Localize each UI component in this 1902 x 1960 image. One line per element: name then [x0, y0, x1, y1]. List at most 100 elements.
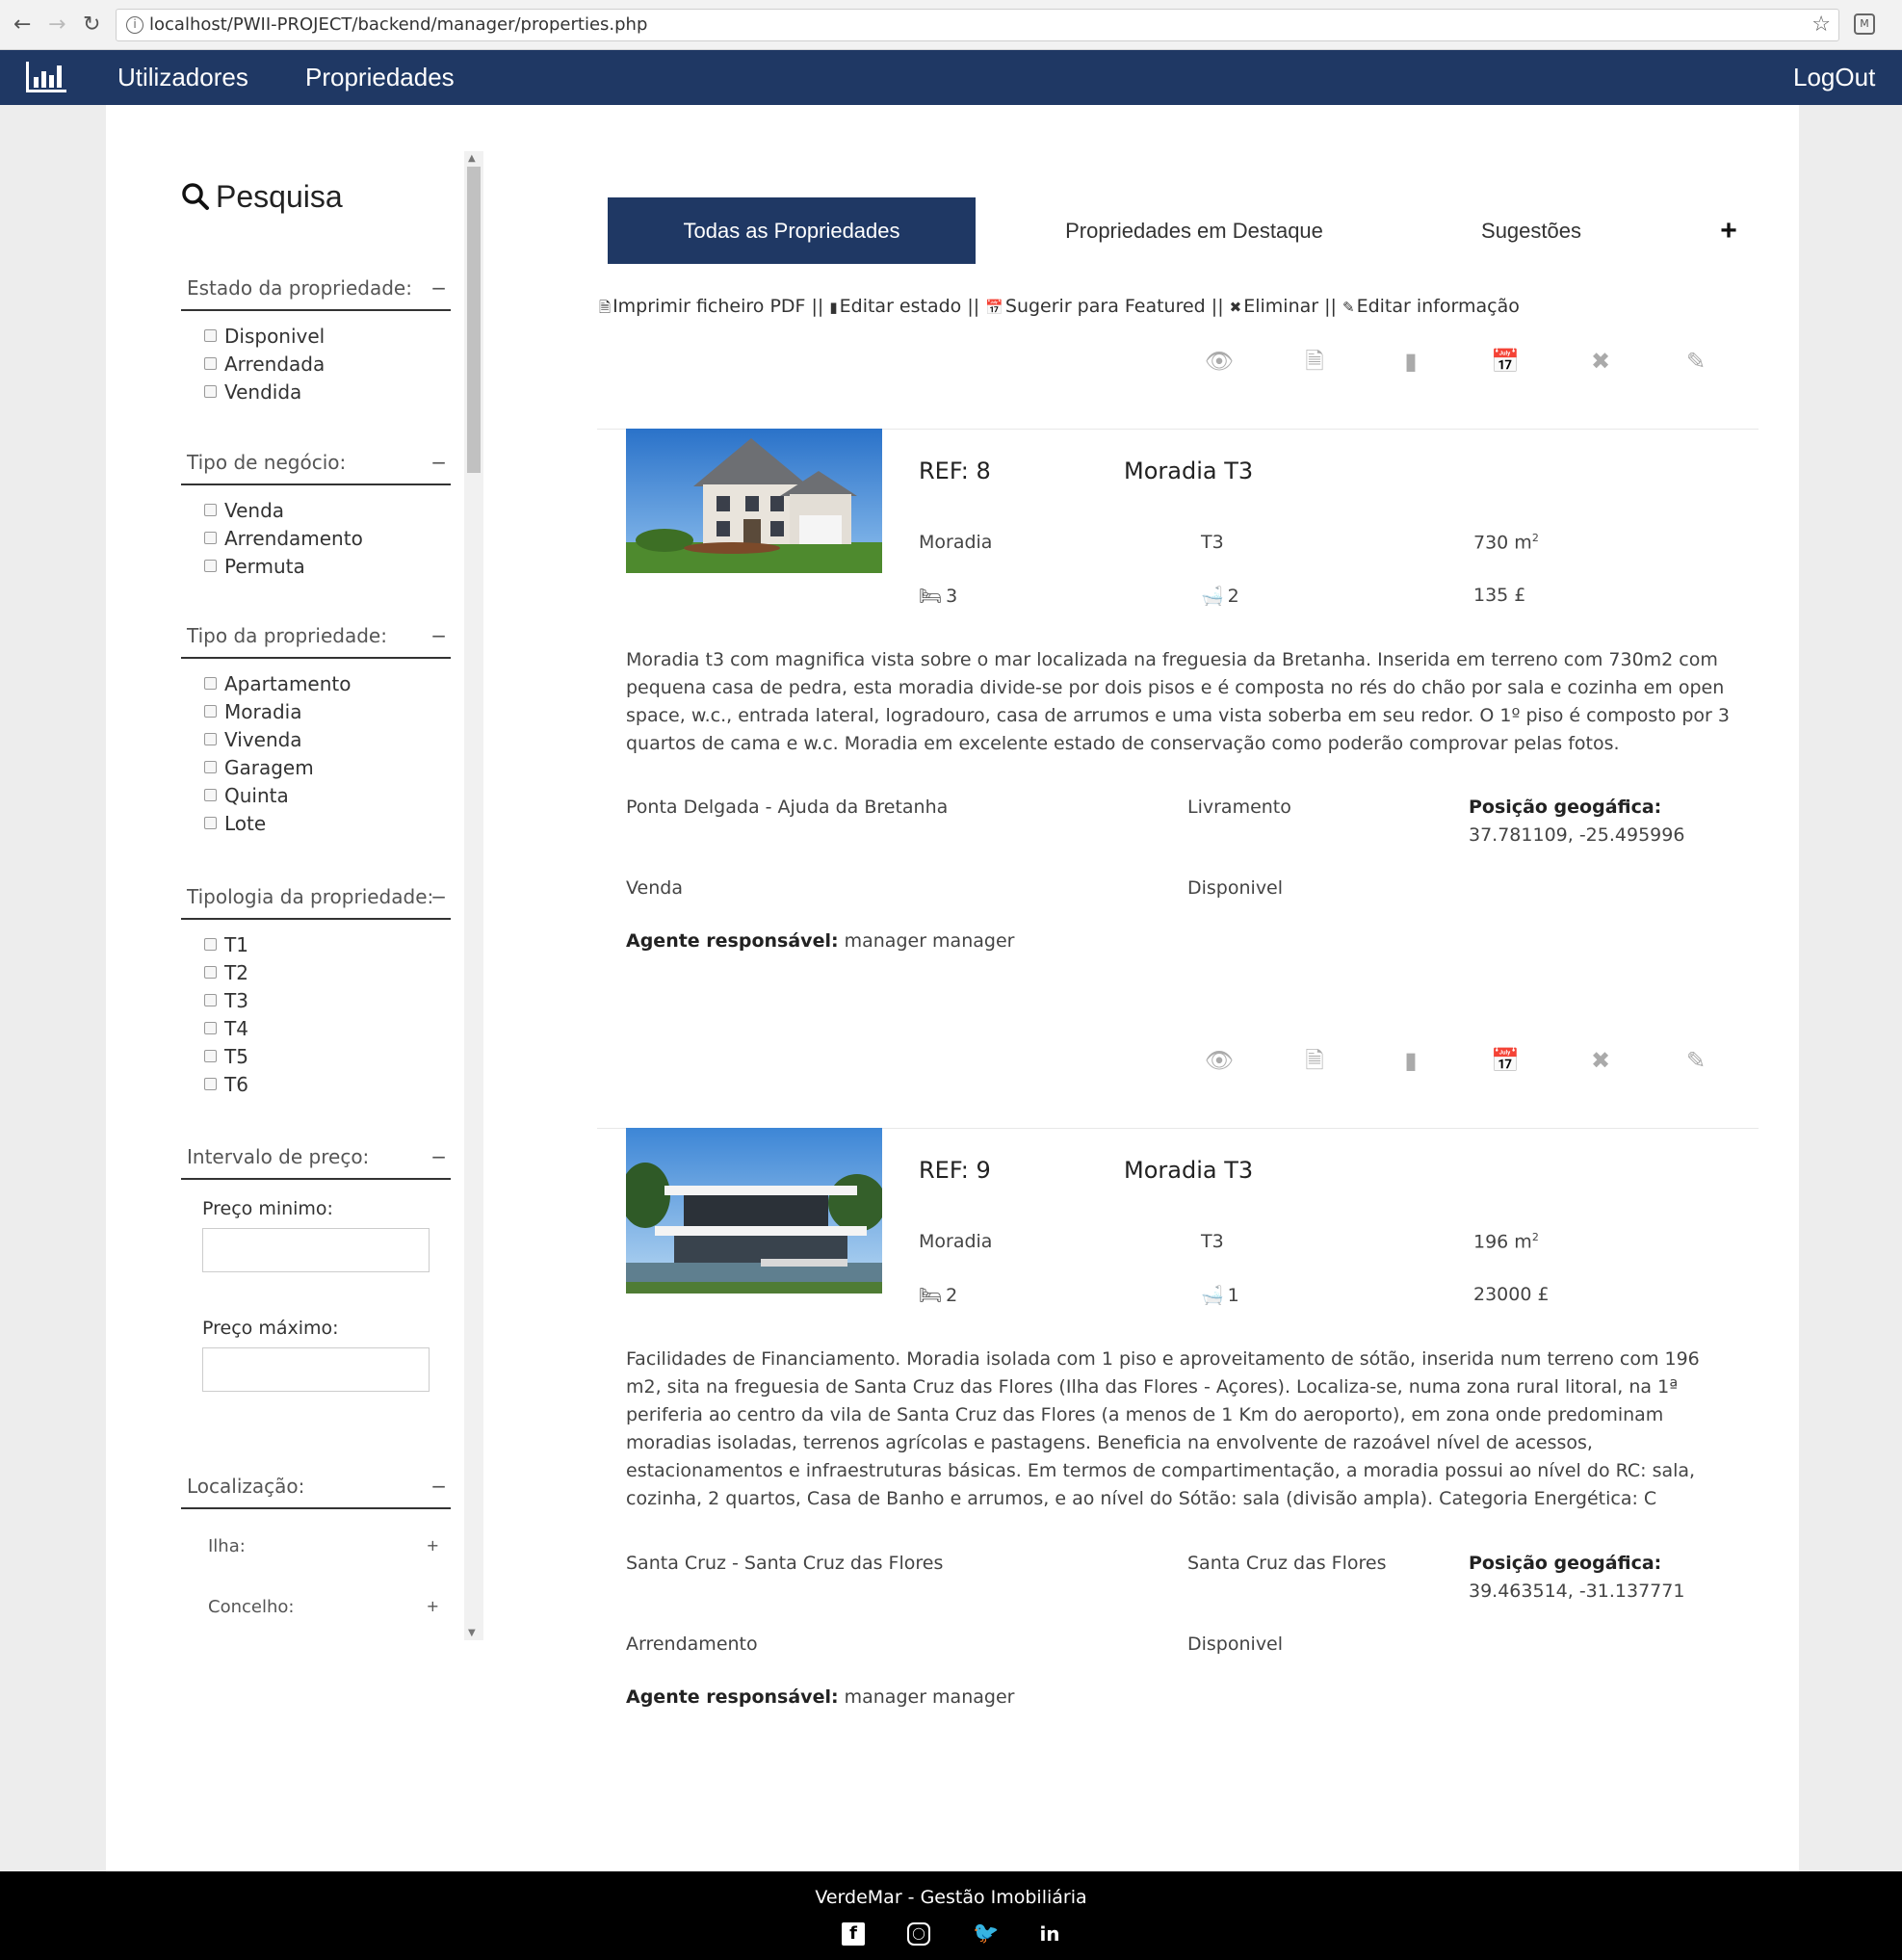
search-title: Pesquisa: [181, 178, 343, 215]
filter-option[interactable]: Venda: [181, 497, 451, 525]
filter-option[interactable]: T3: [181, 987, 451, 1015]
filter-option[interactable]: Moradia: [181, 698, 451, 726]
filter-option[interactable]: Quinta: [181, 782, 451, 810]
close-icon[interactable]: ✖: [1585, 346, 1616, 377]
expand-plus-icon[interactable]: +: [427, 1597, 439, 1615]
property-tabs: Todas as Propriedades Propriedades em De…: [597, 197, 1753, 264]
filter-option[interactable]: T5: [181, 1043, 451, 1071]
filter-option[interactable]: Arrendada: [181, 351, 451, 379]
scroll-up-icon[interactable]: ▲: [468, 153, 476, 164]
tab-todas[interactable]: Todas as Propriedades: [608, 197, 976, 264]
tab-sugestoes[interactable]: Sugestões: [1435, 197, 1628, 264]
chart-logo-icon[interactable]: [24, 60, 68, 94]
forward-icon[interactable]: →: [48, 13, 65, 38]
pencil-icon[interactable]: ✎: [1681, 1045, 1711, 1076]
checkbox[interactable]: [204, 1022, 217, 1034]
calendar-plus-icon[interactable]: 📅: [1490, 1045, 1521, 1076]
linkedin-icon[interactable]: in: [1038, 1922, 1061, 1946]
checkbox[interactable]: [204, 789, 217, 801]
property-typology: T3: [1201, 532, 1224, 553]
filter-option[interactable]: Vivenda: [181, 726, 451, 754]
calendar-plus-icon[interactable]: 📅: [1490, 346, 1521, 377]
close-icon[interactable]: ✖: [1585, 1045, 1616, 1076]
agent-name: manager manager: [844, 930, 1015, 952]
checkbox[interactable]: [204, 560, 217, 572]
property-photo[interactable]: [626, 429, 882, 573]
address-bar[interactable]: i localhost/PWII-PROJECT/backend/manager…: [116, 9, 1839, 41]
pencil-icon[interactable]: ✎: [1681, 346, 1711, 377]
back-icon[interactable]: ←: [13, 13, 31, 38]
filter-option[interactable]: Arrendamento: [181, 525, 451, 553]
checkbox[interactable]: [204, 705, 217, 718]
expand-plus-icon[interactable]: +: [427, 1536, 439, 1555]
filter-head[interactable]: Tipo de negócio: −: [181, 443, 451, 485]
extension-icon[interactable]: M: [1854, 13, 1875, 35]
checkbox[interactable]: [204, 532, 217, 544]
filter-option[interactable]: Disponivel: [181, 323, 451, 351]
filter-head[interactable]: Tipo da propriedade: −: [181, 616, 451, 659]
checkbox[interactable]: [204, 733, 217, 745]
filter-option[interactable]: T6: [181, 1071, 451, 1099]
checkbox[interactable]: [204, 817, 217, 829]
checkbox[interactable]: [204, 938, 217, 951]
collapse-toggle[interactable]: −: [430, 269, 447, 307]
eye-icon[interactable]: 👁: [1204, 346, 1235, 377]
checkbox[interactable]: [204, 329, 217, 342]
checkbox[interactable]: [204, 994, 217, 1006]
filter-option[interactable]: T1: [181, 931, 451, 959]
geo-label: Posição geogáfica:: [1469, 797, 1662, 818]
collapse-toggle[interactable]: −: [430, 443, 447, 482]
logout-link[interactable]: LogOut: [1793, 60, 1875, 94]
collapse-toggle[interactable]: −: [430, 877, 447, 916]
instagram-icon[interactable]: ◯: [907, 1922, 930, 1946]
filter-head[interactable]: Intervalo de preço: −: [181, 1137, 451, 1180]
collapse-toggle[interactable]: −: [430, 1467, 447, 1505]
tab-destaque[interactable]: Propriedades em Destaque: [1030, 197, 1358, 264]
min-price-input[interactable]: [202, 1228, 430, 1272]
filter-option[interactable]: Apartamento: [181, 670, 451, 698]
bookmark-star-icon[interactable]: ☆: [1811, 10, 1831, 40]
twitter-icon[interactable]: 🐦: [973, 1922, 999, 1946]
filter-option[interactable]: Permuta: [181, 553, 451, 581]
collapse-toggle[interactable]: −: [430, 1137, 447, 1176]
reload-icon[interactable]: ↻: [83, 13, 100, 38]
checkbox[interactable]: [204, 385, 217, 398]
search-title-text: Pesquisa: [216, 179, 343, 214]
checkbox[interactable]: [204, 504, 217, 516]
council-selector[interactable]: Concelho: +: [208, 1597, 439, 1617]
property-parish: Livramento: [1187, 797, 1291, 818]
bookmark-icon[interactable]: ▮: [1395, 346, 1426, 377]
filter-option[interactable]: T4: [181, 1015, 451, 1043]
checkbox[interactable]: [204, 761, 217, 773]
eye-icon[interactable]: 👁: [1204, 1045, 1235, 1076]
filter-option[interactable]: Garagem: [181, 754, 451, 782]
info-icon[interactable]: i: [126, 16, 143, 34]
filter-option[interactable]: T2: [181, 959, 451, 987]
calendar-plus-icon: 📅: [985, 299, 1003, 316]
scroll-down-icon[interactable]: ▼: [468, 1628, 476, 1638]
sidebar-scrollbar[interactable]: ▲ ▼: [464, 151, 483, 1640]
add-property-button[interactable]: +: [1705, 197, 1753, 264]
filter-head[interactable]: Estado da propriedade: −: [181, 269, 451, 311]
filter-head[interactable]: Tipologia da propriedade: −: [181, 877, 451, 920]
nav-propriedades[interactable]: Propriedades: [305, 60, 455, 94]
option-label: T5: [224, 1045, 248, 1068]
filter-option[interactable]: Vendida: [181, 379, 451, 406]
nav-utilizadores[interactable]: Utilizadores: [117, 60, 248, 94]
bookmark-icon[interactable]: ▮: [1395, 1045, 1426, 1076]
collapse-toggle[interactable]: −: [430, 616, 447, 655]
checkbox[interactable]: [204, 357, 217, 370]
max-price-input[interactable]: [202, 1347, 430, 1392]
checkbox[interactable]: [204, 966, 217, 979]
checkbox[interactable]: [204, 677, 217, 690]
checkbox[interactable]: [204, 1050, 217, 1062]
filter-option[interactable]: Lote: [181, 810, 451, 838]
facebook-icon[interactable]: f: [842, 1922, 865, 1946]
property-photo[interactable]: [626, 1128, 882, 1294]
pdf-icon[interactable]: 🗎: [1299, 1045, 1330, 1076]
pdf-icon[interactable]: 🗎: [1299, 346, 1330, 377]
scrollbar-thumb[interactable]: [467, 167, 481, 473]
checkbox[interactable]: [204, 1078, 217, 1090]
filter-head[interactable]: Localização: −: [181, 1467, 451, 1509]
island-selector[interactable]: Ilha: +: [208, 1536, 439, 1556]
